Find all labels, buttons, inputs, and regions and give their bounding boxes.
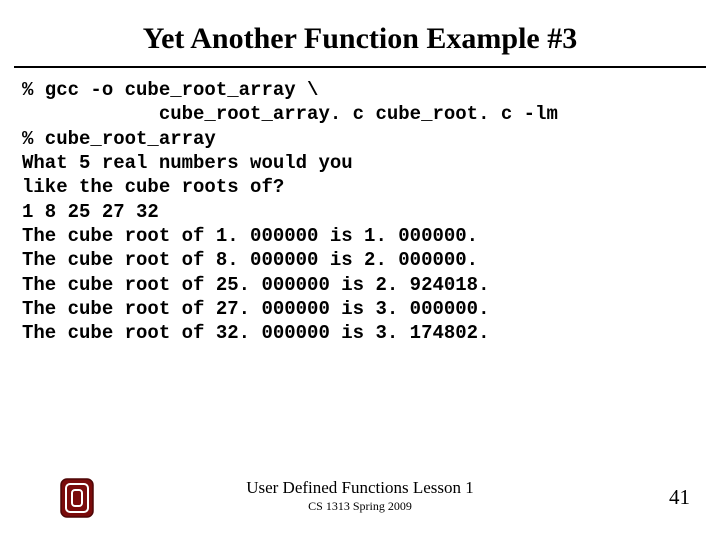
footer-line2: CS 1313 Spring 2009 (0, 499, 720, 514)
page-number: 41 (669, 485, 690, 510)
title-rule (14, 66, 706, 68)
terminal-output: % gcc -o cube_root_array \ cube_root_arr… (0, 76, 720, 345)
slide: Yet Another Function Example #3 % gcc -o… (0, 0, 720, 540)
footer: User Defined Functions Lesson 1 CS 1313 … (0, 478, 720, 514)
footer-line1: User Defined Functions Lesson 1 (0, 478, 720, 498)
slide-title: Yet Another Function Example #3 (0, 0, 720, 66)
